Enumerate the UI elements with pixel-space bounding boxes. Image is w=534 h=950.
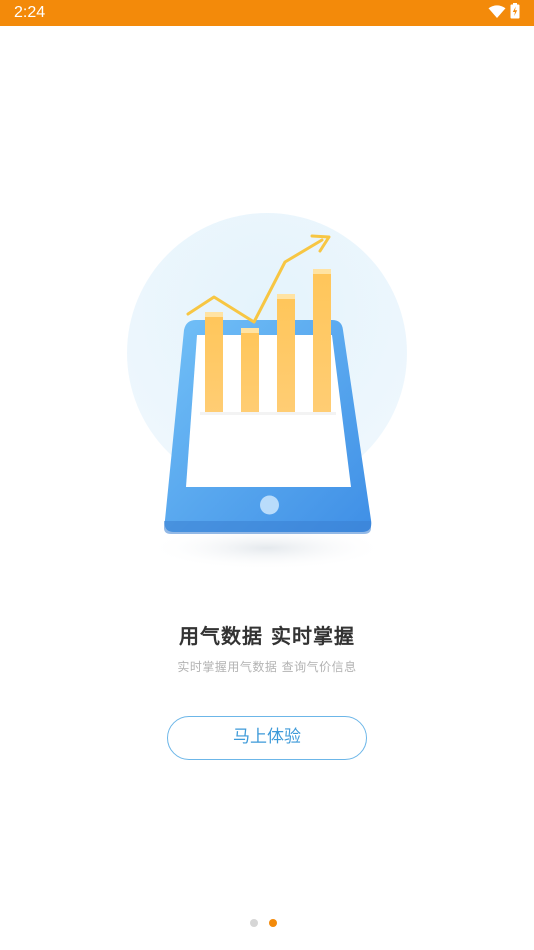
page-subtitle: 实时掌握用气数据 查询气价信息: [177, 660, 357, 674]
chart-bar: [241, 331, 259, 414]
tablet-chart-illustration: [127, 213, 407, 570]
battery-charging-icon: [510, 3, 520, 23]
home-button: [260, 495, 279, 515]
page-dot[interactable]: [250, 919, 258, 927]
try-now-button[interactable]: 马上体验: [167, 716, 367, 760]
status-icons: [488, 3, 520, 23]
page-indicator: [250, 919, 277, 928]
page-title: 用气数据 实时掌握: [179, 624, 355, 648]
status-time: 2:24: [14, 4, 46, 21]
page-dot-active[interactable]: [269, 919, 277, 927]
chart-bar: [277, 297, 295, 414]
chart-bar: [313, 272, 331, 414]
tablet-device: [164, 320, 372, 534]
hero-illustration: [0, 190, 534, 600]
wifi-icon: [488, 4, 506, 23]
status-bar: 2:24: [0, 0, 534, 26]
chart-bar: [205, 315, 223, 414]
